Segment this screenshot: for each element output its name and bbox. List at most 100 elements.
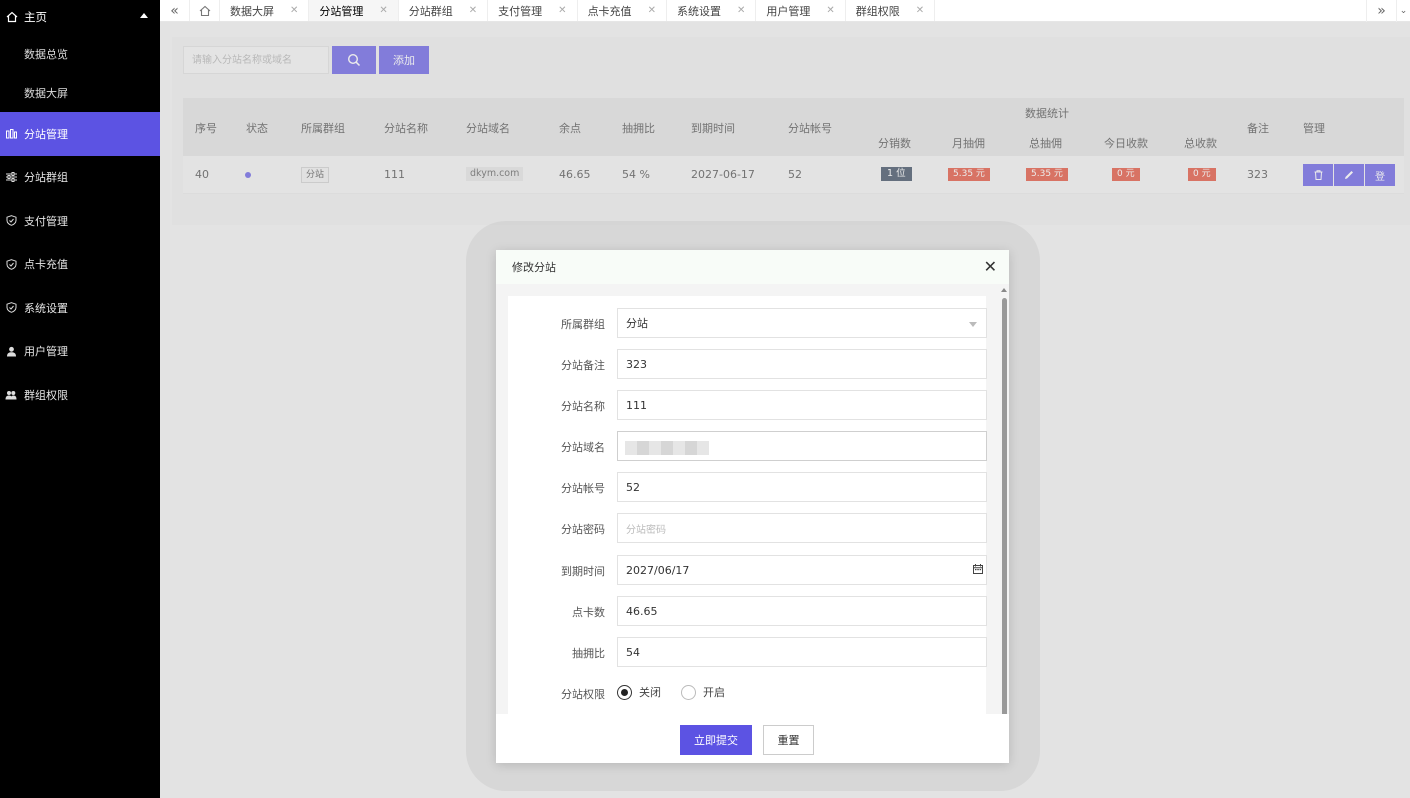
- close-icon[interactable]: ✕: [648, 5, 656, 16]
- dialog-footer: 立即提交 重置: [496, 714, 1009, 763]
- calendar-icon[interactable]: [973, 564, 983, 574]
- close-icon[interactable]: ✕: [984, 259, 997, 275]
- tab-settings[interactable]: 系统设置 ✕: [667, 0, 757, 21]
- home-tab[interactable]: [190, 0, 220, 21]
- tab-big-screen[interactable]: 数据大屏 ✕: [220, 0, 310, 21]
- form-row-domain: 分站域名: [508, 431, 987, 461]
- tab-bar: « 数据大屏 ✕ 分站管理 ✕ 分站群组 ✕ 支付管理 ✕ 点卡充值 ✕ 系统设置 ✕ 用户…: [160, 0, 1410, 22]
- dropdown-arrow-icon: [969, 322, 977, 327]
- sidebar-item-label: 分站管理: [24, 127, 68, 141]
- domain-input[interactable]: [617, 431, 987, 461]
- scroll-up-arrow-icon[interactable]: [1001, 288, 1007, 292]
- form-row-points: 点卡数 46.65: [508, 596, 987, 626]
- tab-label: 用户管理: [766, 4, 811, 18]
- sidebar-item-card-recharge[interactable]: 点卡充值: [0, 243, 160, 287]
- sidebar-item-users[interactable]: 用户管理: [0, 330, 160, 374]
- radio-off[interactable]: [617, 684, 632, 700]
- form-row-name: 分站名称 111: [508, 390, 987, 420]
- sidebar-item-label: 点卡充值: [24, 258, 68, 272]
- dialog-title: 修改分站: [512, 261, 556, 274]
- form-row-group: 所属群组 分站: [508, 308, 987, 338]
- ratio-input[interactable]: 54: [617, 637, 987, 667]
- close-icon[interactable]: ✕: [469, 5, 477, 16]
- scroll-tabs-right-button[interactable]: »: [1366, 0, 1396, 22]
- points-input[interactable]: 46.65: [617, 596, 987, 626]
- submit-button[interactable]: 立即提交: [680, 725, 752, 755]
- sidebar-item-label: 群组权限: [24, 388, 68, 402]
- sidebar-item-payment[interactable]: 支付管理: [0, 199, 160, 243]
- shield-check-icon: [5, 258, 17, 270]
- close-icon[interactable]: ✕: [558, 5, 566, 16]
- chevron-down-icon: ⌄: [1399, 6, 1408, 16]
- tab-label: 系统设置: [676, 4, 721, 18]
- dialog-scrollbar[interactable]: [1002, 298, 1007, 718]
- sidebar-item-label: 系统设置: [24, 301, 68, 315]
- sidebar-sub-bigscreen[interactable]: 数据大屏: [0, 73, 160, 112]
- tab-group-permissions[interactable]: 群组权限 ✕: [846, 0, 936, 21]
- shield-check-icon: [5, 215, 17, 227]
- group-select-value: 分站: [626, 317, 648, 330]
- password-label: 分站密码: [561, 523, 605, 536]
- redacted-domain: [625, 441, 709, 455]
- sidebar-item-settings[interactable]: 系统设置: [0, 286, 160, 330]
- users-icon: [5, 389, 17, 401]
- shield-check-icon: [5, 302, 17, 314]
- double-chevron-right-icon: »: [1377, 3, 1386, 19]
- tab-label: 数据大屏: [230, 4, 274, 18]
- edit-substation-dialog: 修改分站 ✕ 所属群组 分站 分站备注 323 分站名称 111 分站域名 分站…: [496, 250, 1009, 763]
- edit-form: 所属群组 分站 分站备注 323 分站名称 111 分站域名 分站帐号 52 分…: [508, 296, 987, 714]
- sidebar-item-label: 用户管理: [24, 345, 68, 359]
- close-icon[interactable]: ✕: [916, 5, 924, 16]
- tab-label: 点卡充值: [587, 4, 632, 18]
- remark-label: 分站备注: [561, 359, 605, 372]
- user-icon: [5, 345, 17, 357]
- password-input[interactable]: 分站密码: [617, 513, 987, 543]
- sidebar-item-label: 分站群组: [24, 171, 68, 185]
- name-input[interactable]: 111: [617, 390, 987, 420]
- close-icon[interactable]: ✕: [826, 5, 834, 16]
- expire-date-input[interactable]: 2027/06/17: [617, 555, 987, 585]
- close-icon[interactable]: ✕: [379, 5, 387, 16]
- reset-button[interactable]: 重置: [763, 725, 814, 755]
- expire-date-value: 2027/06/17: [626, 563, 690, 577]
- sidebar-item-group-permissions[interactable]: 群组权限: [0, 373, 160, 417]
- sidebar-item-groups[interactable]: 分站群组: [0, 156, 160, 200]
- sidebar-item-substation[interactable]: 分站管理: [0, 112, 160, 156]
- close-icon[interactable]: ✕: [290, 5, 298, 16]
- close-icon[interactable]: ✕: [737, 5, 745, 16]
- radio-on-label: 开启: [703, 686, 725, 699]
- permission-radio-group: 关闭 开启: [617, 684, 725, 700]
- bar-chart-icon: [5, 128, 17, 140]
- tab-menu-button[interactable]: ⌄: [1396, 0, 1410, 22]
- tab-substation-groups[interactable]: 分站群组 ✕: [399, 0, 489, 21]
- remark-input[interactable]: 323: [617, 349, 987, 379]
- expire-label: 到期时间: [561, 565, 605, 578]
- group-select[interactable]: 分站: [617, 308, 987, 338]
- group-label: 所属群组: [561, 318, 605, 331]
- home-icon: [199, 5, 211, 17]
- form-row-remark: 分站备注 323: [508, 349, 987, 379]
- form-row-ratio: 抽拥比 54: [508, 637, 987, 667]
- account-input[interactable]: 52: [617, 472, 987, 502]
- sidebar-home-label: 主页: [24, 10, 47, 24]
- sidebar-home[interactable]: 主页: [0, 0, 160, 34]
- ratio-label: 抽拥比: [572, 647, 605, 660]
- sidebar-item-label: 支付管理: [24, 214, 68, 228]
- sidebar-sub-overview[interactable]: 数据总览: [0, 34, 160, 73]
- tab-payment[interactable]: 支付管理 ✕: [488, 0, 578, 21]
- dialog-header: 修改分站 ✕: [496, 250, 1009, 284]
- tab-label: 分站管理: [319, 4, 364, 18]
- tab-label: 支付管理: [498, 4, 543, 18]
- name-label: 分站名称: [561, 400, 605, 413]
- tab-users[interactable]: 用户管理 ✕: [756, 0, 846, 21]
- radio-on[interactable]: [681, 684, 696, 700]
- scroll-tabs-left-button[interactable]: «: [160, 0, 190, 21]
- dialog-body: 所属群组 分站 分站备注 323 分站名称 111 分站域名 分站帐号 52 分…: [496, 284, 1009, 714]
- tab-substation-management[interactable]: 分站管理 ✕: [309, 0, 399, 21]
- account-label: 分站帐号: [561, 482, 605, 495]
- radio-off-label: 关闭: [639, 686, 661, 699]
- form-row-password: 分站密码 分站密码: [508, 513, 987, 543]
- form-row-permission: 分站权限 关闭 开启: [508, 678, 986, 708]
- points-label: 点卡数: [572, 606, 605, 619]
- tab-card-recharge[interactable]: 点卡充值 ✕: [578, 0, 667, 21]
